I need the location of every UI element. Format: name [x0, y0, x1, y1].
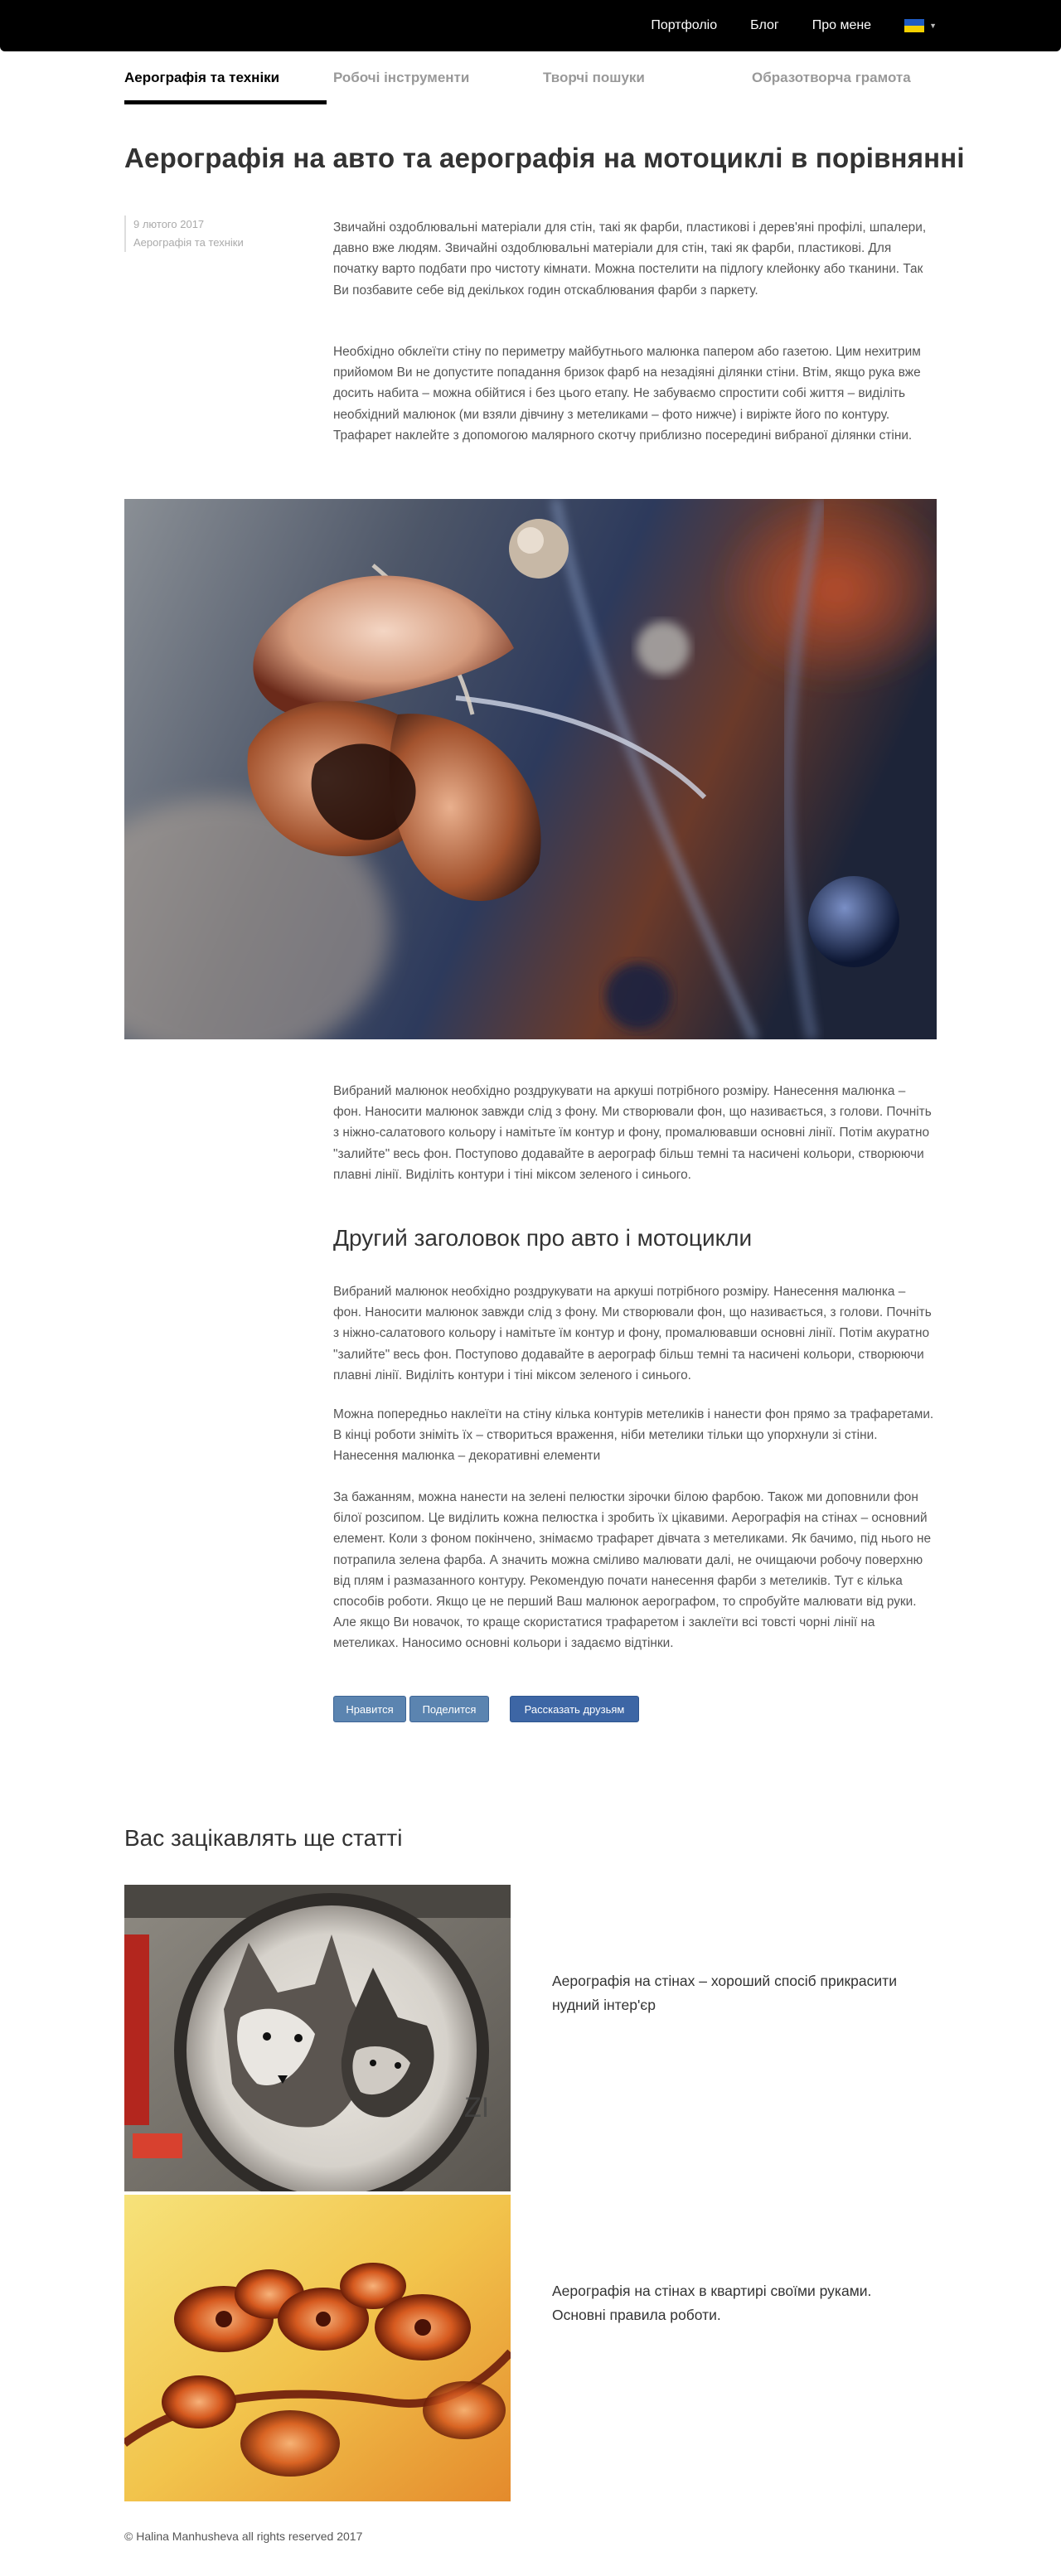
ukraine-flag-icon — [904, 19, 925, 32]
article-paragraph: За бажанням, можна нанести на зелені пел… — [333, 1490, 932, 1651]
article-paragraph: Можна попередньо наклеїти на стіну кільк… — [333, 1407, 934, 1464]
svg-text:ZI: ZI — [464, 2092, 489, 2123]
tab-visual-literacy[interactable]: Образотворча грамота — [752, 70, 911, 86]
related-article-link[interactable]: Аерографія на стінах – хороший спосіб пр… — [552, 1969, 917, 2017]
language-selector[interactable]: ▼ — [904, 19, 937, 32]
article-paragraph: Звичайні оздоблювальні матеріали для сті… — [333, 220, 927, 298]
like-button[interactable]: Нравится — [333, 1696, 406, 1722]
tab-airbrush-techniques[interactable]: Аерографія та техніки — [124, 70, 279, 86]
page-title: Аерографія на авто та аерографія на мото… — [124, 143, 965, 173]
article-date: 9 лютого 2017 — [133, 218, 205, 230]
related-article-link[interactable]: Аерографія на стінах в квартирі своїми р… — [552, 2279, 917, 2327]
top-nav-menu: Портфоліо Блог Про мене ▼ — [618, 0, 937, 51]
nav-about-link[interactable]: Про мене — [812, 18, 871, 33]
nav-blog-link[interactable]: Блог — [750, 18, 779, 33]
tab-work-tools[interactable]: Робочі інструменти — [333, 70, 469, 86]
tab-creative-search[interactable]: Творчі пошуки — [543, 70, 645, 86]
footer-copyright: © Halina Manhusheva all rights reserved … — [124, 2530, 363, 2543]
article-meta: 9 лютого 2017 Аерографія та техніки — [124, 215, 244, 252]
article-paragraph: Вибраний малюнок необхідно роздрукувати … — [333, 1285, 932, 1382]
chevron-down-icon: ▼ — [929, 22, 937, 30]
related-articles-title: Вас зацікавлять ще статті — [124, 1825, 403, 1851]
tell-friends-button[interactable]: Рассказать друзьям — [510, 1696, 639, 1722]
category-tabs: Аерографія та техніки Робочі інструменти… — [124, 51, 937, 106]
article-paragraph: Вибраний малюнок необхідно роздрукувати … — [333, 1084, 932, 1182]
orchids-image — [124, 2195, 511, 2501]
share-button[interactable]: Поделится — [409, 1696, 489, 1722]
wolves-wheel-cover-image: ZI — [124, 1885, 511, 2191]
active-tab-indicator — [124, 100, 327, 104]
related-article-thumbnail[interactable] — [124, 2195, 511, 2501]
article-hero-image — [124, 499, 937, 1039]
airbrush-flower-image — [124, 499, 937, 1039]
article-paragraph: Необхідно обклеїти стіну по периметру ма… — [333, 345, 921, 443]
article-subheading: Другий заголовок про авто і мотоцикли — [333, 1225, 753, 1251]
top-navbar: Портфоліо Блог Про мене ▼ — [0, 0, 1061, 51]
nav-portfolio-link[interactable]: Портфоліо — [651, 18, 717, 33]
article-category: Аерографія та техніки — [133, 236, 244, 249]
related-article-thumbnail[interactable]: ZI — [124, 1885, 511, 2191]
